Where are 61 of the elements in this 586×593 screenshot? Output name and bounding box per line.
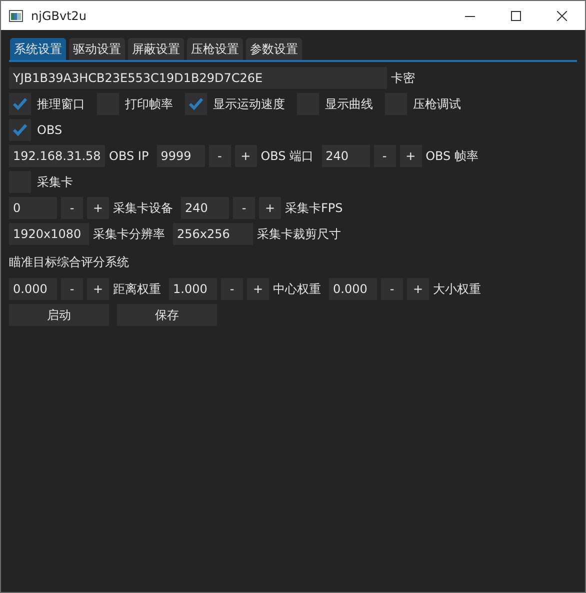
tab[interactable]: 参数设置	[246, 38, 302, 60]
number-field[interactable]: 1.000	[169, 278, 217, 300]
checkbox-label: 采集卡	[37, 174, 73, 190]
field-label: 采集卡分辨率	[93, 226, 165, 242]
field-label: 采集卡裁剪尺寸	[257, 226, 341, 242]
increment-button[interactable]: +	[87, 278, 109, 300]
maximize-icon	[511, 10, 521, 20]
increment-button[interactable]: +	[259, 197, 281, 219]
checkbox-label: 打印帧率	[125, 96, 173, 112]
checkbox-label: OBS	[37, 123, 62, 137]
tab[interactable]: 压枪设置	[187, 38, 243, 60]
field-label: 采集卡FPS	[285, 200, 343, 216]
field-label: OBS 端口	[260, 148, 314, 164]
close-icon	[557, 10, 567, 20]
action-button[interactable]: 保存	[117, 304, 217, 326]
field-label: 大小权重	[433, 280, 481, 298]
ip-field[interactable]: 192.168.31.58	[9, 145, 105, 167]
increment-button[interactable]: +	[247, 278, 269, 300]
number-field[interactable]: 9999	[156, 145, 205, 167]
field-label: 采集卡设备	[113, 200, 173, 216]
check-icon	[188, 97, 204, 111]
increment-button[interactable]: +	[407, 278, 429, 300]
tab[interactable]: 驱动设置	[69, 38, 125, 60]
decrement-button[interactable]: -	[233, 197, 255, 219]
decrement-button[interactable]: -	[381, 278, 403, 300]
window-title: njGBvt2u	[31, 8, 88, 22]
field-label: OBS IP	[109, 149, 149, 163]
checkbox-label: 显示运动速度	[213, 96, 285, 112]
increment-button[interactable]: +	[87, 197, 109, 219]
decrement-button[interactable]: -	[374, 145, 396, 167]
decrement-button[interactable]: -	[221, 278, 243, 300]
text-field[interactable]: 256x256	[173, 223, 253, 245]
decrement-button[interactable]: -	[61, 197, 83, 219]
action-button[interactable]: 启动	[9, 304, 109, 326]
number-field[interactable]: 0	[9, 197, 57, 219]
field-label: OBS 帧率	[426, 148, 478, 164]
checkbox[interactable]	[185, 93, 207, 115]
field-label: 距离权重	[113, 280, 161, 298]
check-icon	[12, 97, 28, 111]
increment-button[interactable]: +	[400, 145, 422, 167]
checkbox-label: 压枪调试	[413, 96, 461, 112]
check-icon	[12, 123, 28, 137]
tab[interactable]: 屏蔽设置	[128, 38, 184, 60]
section-heading: 瞄准目标综合评分系统	[9, 254, 129, 271]
text-field[interactable]: 1920x1080	[9, 223, 89, 245]
field-label: 卡密	[391, 70, 415, 86]
number-field[interactable]: 240	[181, 197, 229, 219]
app-icon	[9, 10, 23, 22]
license-key-field[interactable]: YJB1B39A3HCB23E553C19D1B29D7C26E	[9, 67, 387, 89]
checkbox-label: 推理窗口	[37, 96, 85, 112]
field-label: 中心权重	[273, 280, 321, 298]
checkbox-label: 显示曲线	[325, 96, 373, 112]
checkbox[interactable]	[9, 93, 31, 115]
number-field[interactable]: 0.000	[9, 278, 57, 300]
increment-button[interactable]: +	[234, 145, 257, 167]
checkbox[interactable]	[9, 119, 31, 141]
number-field[interactable]: 0.000	[329, 278, 377, 300]
tab[interactable]: 系统设置	[10, 38, 66, 60]
number-field[interactable]: 240	[322, 145, 370, 167]
decrement-button[interactable]: -	[208, 145, 231, 167]
decrement-button[interactable]: -	[61, 278, 83, 300]
